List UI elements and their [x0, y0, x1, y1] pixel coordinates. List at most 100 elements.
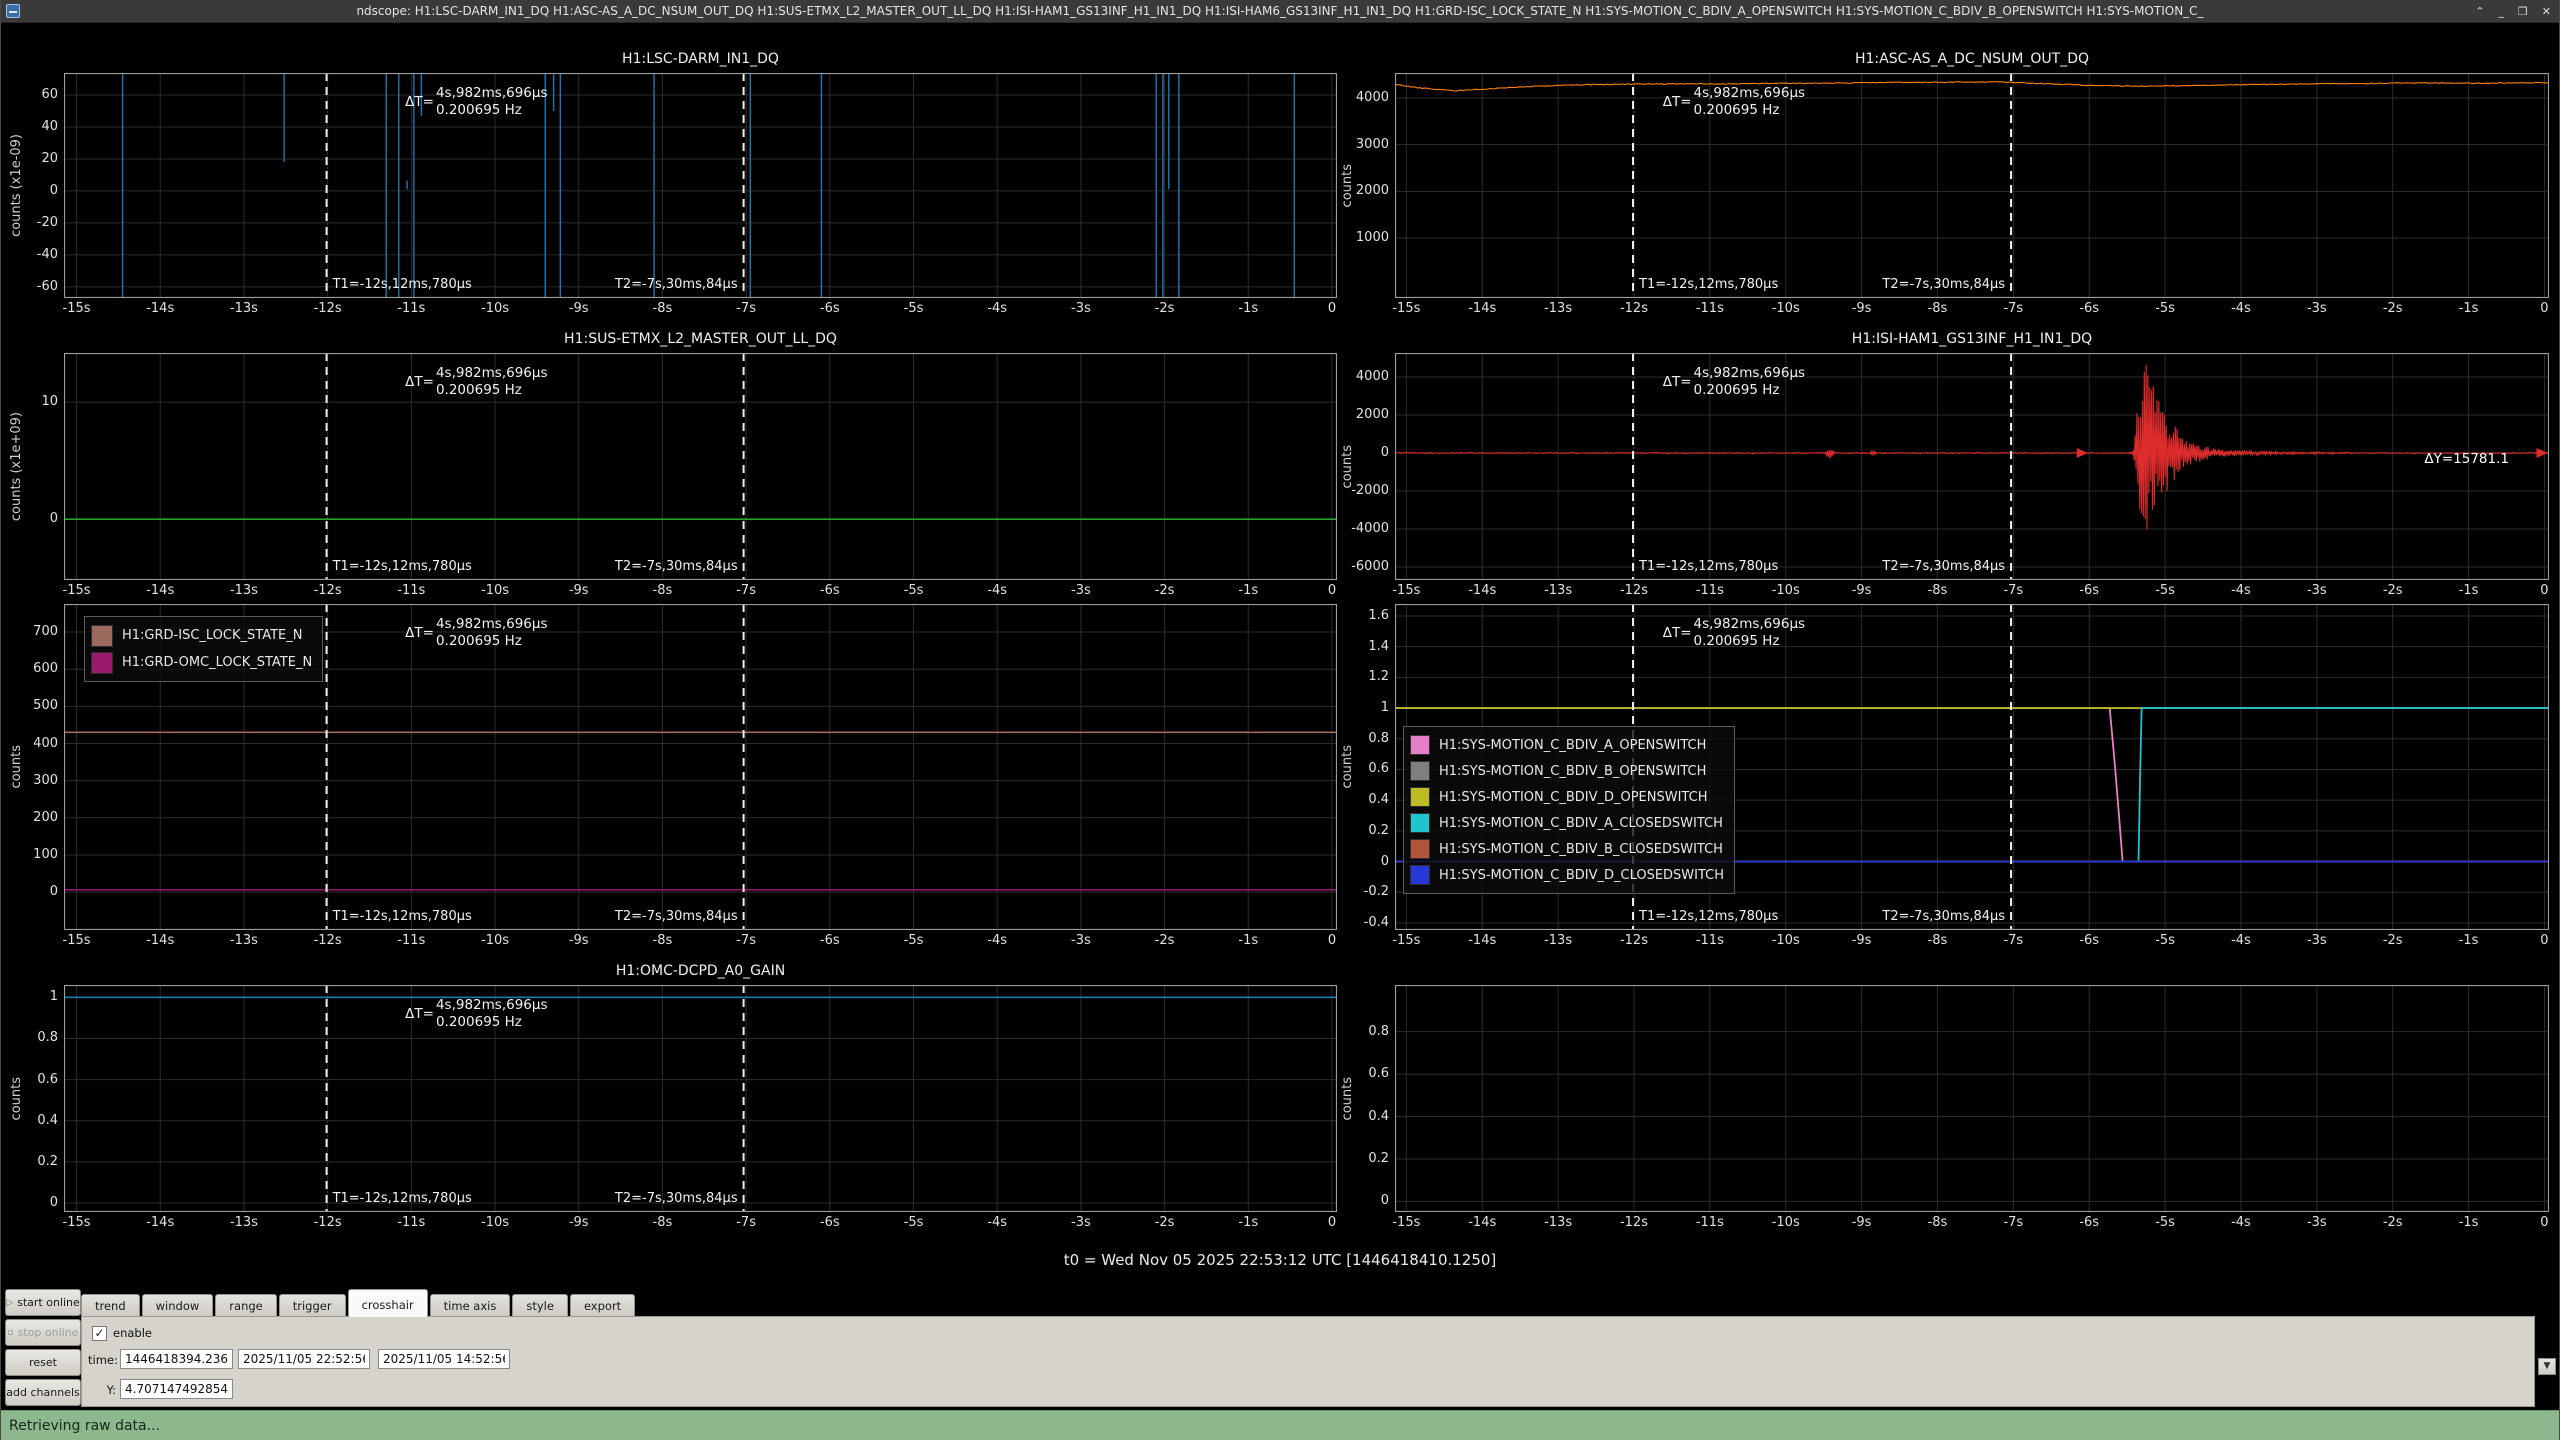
tab-window[interactable]: window	[142, 1294, 214, 1317]
x-tick: -15s	[1380, 301, 1432, 316]
delta-t-annotation: ΔT=4s,982ms,696µs0.200695 Hz	[405, 365, 547, 399]
x-tick: -7s	[720, 1215, 772, 1230]
tab-time-axis[interactable]: time axis	[430, 1294, 511, 1317]
tab-crosshair[interactable]: crosshair	[348, 1289, 428, 1317]
time-gps-input[interactable]	[120, 1349, 233, 1369]
start-online-button[interactable]: ▷ start online	[5, 1289, 81, 1316]
x-tick: -9s	[553, 583, 605, 598]
y-tick: 10	[18, 394, 58, 409]
dt-prefix: ΔT=	[405, 94, 434, 110]
x-tick: 0	[2518, 583, 2560, 598]
legend-label: H1:SYS-MOTION_C_BDIV_A_OPENSWITCH	[1439, 738, 1706, 753]
stop-online-button[interactable]: ▫stop online	[5, 1319, 81, 1346]
dt-duration: 4s,982ms,696µs	[436, 85, 548, 102]
legend[interactable]: H1:SYS-MOTION_C_BDIV_A_OPENSWITCHH1:SYS-…	[1403, 726, 1735, 894]
dt-prefix: ΔT=	[405, 374, 434, 390]
panel-scroll-down-icon[interactable]: ▼	[2538, 1358, 2556, 1375]
x-tick: -14s	[1456, 301, 1508, 316]
y-tick: 3000	[1349, 137, 1389, 152]
x-tick: -7s	[1987, 933, 2039, 948]
t2-cursor-label: T2=-7s,30ms,84µs	[572, 277, 738, 292]
x-tick: -9s	[553, 301, 605, 316]
close-icon[interactable]: ✕	[2542, 0, 2551, 23]
y-tick: 500	[18, 698, 58, 713]
y-value-input[interactable]	[120, 1379, 233, 1399]
plot-lsc-darm: H1:LSC-DARM_IN1_DQcounts (x1e-09)T1=-12s…	[7, 24, 1343, 318]
x-tick: -13s	[218, 583, 270, 598]
y-tick: -0.2	[1349, 884, 1389, 899]
time-local-input[interactable]	[378, 1349, 510, 1369]
x-tick: 0	[2518, 301, 2560, 316]
x-tick: -2s	[1139, 583, 1191, 598]
x-tick: -2s	[2367, 583, 2419, 598]
tab-export[interactable]: export	[570, 1294, 635, 1317]
plot-canvas[interactable]: T1=-12s,12ms,780µsT2=-7s,30ms,84µsΔT=4s,…	[64, 985, 1337, 1212]
y-tick: 0.6	[1349, 1066, 1389, 1081]
t2-cursor-label: T2=-7s,30ms,84µs	[572, 1191, 738, 1206]
legend-swatch	[1410, 813, 1430, 833]
x-tick: -2s	[2367, 301, 2419, 316]
y-axis-unit-label: counts	[8, 604, 24, 930]
start-online-label: start online	[17, 1296, 80, 1309]
x-tick: -3s	[1055, 933, 1107, 948]
plot-canvas[interactable]: T1=-12s,12ms,780µsT2=-7s,30ms,84µsΔT=4s,…	[1395, 73, 2549, 298]
x-tick: -13s	[1532, 301, 1584, 316]
y-tick: -0.4	[1349, 915, 1389, 930]
dt-frequency: 0.200695 Hz	[436, 633, 548, 650]
plot-empty: counts0.80.60.40.20-15s-14s-13s-12s-11s-…	[1343, 950, 2555, 1242]
trace-marker	[2077, 448, 2088, 458]
plot-canvas[interactable]: T1=-12s,12ms,780µsT2=-7s,30ms,84µsΔT=4s,…	[64, 353, 1337, 580]
x-tick: -13s	[1532, 1215, 1584, 1230]
t1-cursor-label: T1=-12s,12ms,780µs	[333, 909, 472, 924]
shade-icon[interactable]: ⌃	[2475, 0, 2484, 23]
x-tick: -2s	[2367, 933, 2419, 948]
dt-prefix: ΔT=	[405, 625, 434, 641]
x-tick: -5s	[2139, 301, 2191, 316]
x-tick: -8s	[636, 583, 688, 598]
maximize-icon[interactable]: ❒	[2518, 0, 2528, 23]
x-tick: -6s	[2063, 1215, 2115, 1230]
enable-checkbox[interactable]: ✓	[92, 1326, 107, 1341]
dt-duration: 4s,982ms,696µs	[436, 616, 548, 633]
x-tick: -2s	[2367, 1215, 2419, 1230]
legend-swatch	[1410, 787, 1430, 807]
t2-cursor-label: T2=-7s,30ms,84µs	[572, 909, 738, 924]
y-tick: 0	[1349, 1193, 1389, 1208]
plot-canvas[interactable]: T1=-12s,12ms,780µsT2=-7s,30ms,84µsΔT=4s,…	[64, 73, 1337, 298]
plot-canvas[interactable]: T1=-12s,12ms,780µsT2=-7s,30ms,84µsΔT=4s,…	[1395, 353, 2549, 580]
x-tick: -13s	[218, 933, 270, 948]
x-tick: -4s	[971, 301, 1023, 316]
play-icon: ▷	[6, 1298, 13, 1308]
reset-button[interactable]: reset	[5, 1349, 81, 1376]
tab-style[interactable]: style	[512, 1294, 568, 1317]
y-tick: 0	[18, 1195, 58, 1210]
plot-canvas[interactable]: T1=-12s,12ms,780µs T2=-7s,30ms,84µs ΔT=4s,…	[64, 604, 1337, 930]
x-tick: -8s	[1911, 301, 1963, 316]
tab-range[interactable]: range	[215, 1294, 276, 1317]
plot-canvas[interactable]	[1395, 985, 2549, 1212]
x-tick: -2s	[1139, 301, 1191, 316]
add-channels-button[interactable]: add channels	[5, 1379, 81, 1406]
minimize-icon[interactable]: _	[2498, 0, 2504, 23]
y-tick: 4000	[1349, 90, 1389, 105]
x-tick: -4s	[971, 583, 1023, 598]
tab-trend[interactable]: trend	[81, 1294, 140, 1317]
t2-cursor-label: T2=-7s,30ms,84µs	[1839, 559, 2005, 574]
x-tick: -10s	[1760, 1215, 1812, 1230]
x-tick: -15s	[1380, 933, 1432, 948]
stop-online-label: stop online	[18, 1326, 79, 1339]
window-title: ndscope: H1:LSC-DARM_IN1_DQ H1:ASC-AS_A_…	[1, 4, 2559, 18]
time-utc-input[interactable]	[238, 1349, 370, 1369]
plot-title: H1:SUS-ETMX_L2_MASTER_OUT_LL_DQ	[64, 331, 1337, 347]
dt-frequency: 0.200695 Hz	[1694, 382, 1806, 399]
titlebar: ndscope: H1:LSC-DARM_IN1_DQ H1:ASC-AS_A_…	[1, 0, 2559, 23]
x-tick: -14s	[1456, 583, 1508, 598]
tab-trigger[interactable]: trigger	[279, 1294, 346, 1317]
button-column: ▷ start online ▫stop online reset add channe…	[5, 1289, 81, 1406]
legend[interactable]: H1:GRD-ISC_LOCK_STATE_NH1:GRD-OMC_LOCK_S…	[84, 616, 323, 682]
dt-duration: 4s,982ms,696µs	[1694, 616, 1806, 633]
legend-swatch	[91, 652, 113, 674]
crosshair-panel: ✓ enable time: Y:	[81, 1316, 2535, 1407]
plot-canvas[interactable]: T1=-12s,12ms,780µsT2=-7s,30ms,84µsΔT=4s,…	[1395, 604, 2549, 930]
x-tick: -10s	[1760, 301, 1812, 316]
